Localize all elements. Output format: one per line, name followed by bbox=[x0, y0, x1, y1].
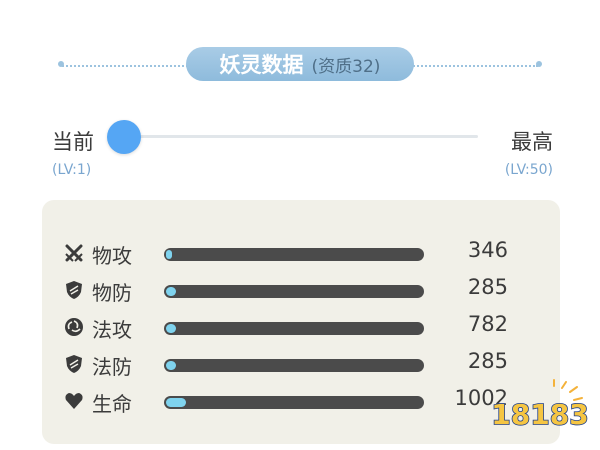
stat-bar-fill bbox=[166, 398, 186, 407]
title-badge: 妖灵数据 (资质32) bbox=[186, 47, 414, 81]
stats-panel: 物攻 346 物防 285 法攻 782 法防 285 生命 1002 bbox=[42, 200, 560, 444]
stat-row-magic-attack: 法攻 782 bbox=[42, 312, 560, 342]
stat-label: 法防 bbox=[92, 355, 132, 379]
stat-bar bbox=[164, 396, 424, 409]
aptitude-label: (资质32) bbox=[311, 56, 381, 77]
header-dot-right bbox=[536, 61, 542, 67]
stat-label: 物攻 bbox=[92, 244, 132, 268]
site-logo: 18183 bbox=[490, 379, 590, 432]
logo-text: 18183 bbox=[491, 398, 588, 431]
header-divider-left bbox=[62, 65, 192, 67]
max-level-value: (LV:50) bbox=[504, 162, 553, 178]
stat-value: 285 bbox=[467, 349, 508, 373]
stat-row-magic-defense: 法防 285 bbox=[42, 349, 560, 379]
stat-row-physical-attack: 物攻 346 bbox=[42, 238, 560, 268]
current-level-value: (LV:1) bbox=[52, 162, 92, 178]
stat-value: 285 bbox=[467, 275, 508, 299]
stat-label: 生命 bbox=[92, 392, 132, 416]
page-title: 妖灵数据 bbox=[219, 53, 304, 77]
stat-bar bbox=[164, 359, 424, 372]
stat-row-physical-defense: 物防 285 bbox=[42, 275, 560, 305]
stat-value: 346 bbox=[467, 238, 508, 262]
current-level-label: 当前 bbox=[52, 130, 94, 154]
level-slider-track[interactable] bbox=[120, 135, 478, 138]
header-divider-right bbox=[410, 65, 538, 67]
shield-icon bbox=[66, 281, 82, 299]
level-selector: 当前 (LV:1) 最高 (LV:50) bbox=[0, 118, 600, 178]
level-slider-handle[interactable] bbox=[107, 120, 141, 154]
logo-sparks bbox=[553, 379, 583, 401]
stat-bar-fill bbox=[166, 287, 176, 296]
stat-label: 物防 bbox=[92, 281, 132, 305]
section-header: 妖灵数据 (资质32) bbox=[0, 40, 600, 90]
shield-icon bbox=[66, 355, 82, 373]
max-level-label: 最高 bbox=[511, 130, 553, 154]
stat-bar bbox=[164, 322, 424, 335]
crossed-swords-icon bbox=[65, 244, 83, 262]
stat-bar bbox=[164, 248, 424, 261]
stat-bar bbox=[164, 285, 424, 298]
heart-icon bbox=[65, 393, 83, 409]
stat-label: 法攻 bbox=[92, 318, 132, 342]
swirl-icon bbox=[65, 318, 83, 336]
stat-row-health: 生命 1002 bbox=[42, 386, 560, 416]
max-level: 最高 (LV:50) bbox=[505, 126, 553, 178]
stat-bar-fill bbox=[166, 324, 176, 333]
stat-value: 782 bbox=[467, 312, 508, 336]
current-level: 当前 (LV:1) bbox=[52, 126, 94, 178]
stat-bar-fill bbox=[166, 361, 176, 370]
stat-bar-fill bbox=[166, 250, 172, 259]
